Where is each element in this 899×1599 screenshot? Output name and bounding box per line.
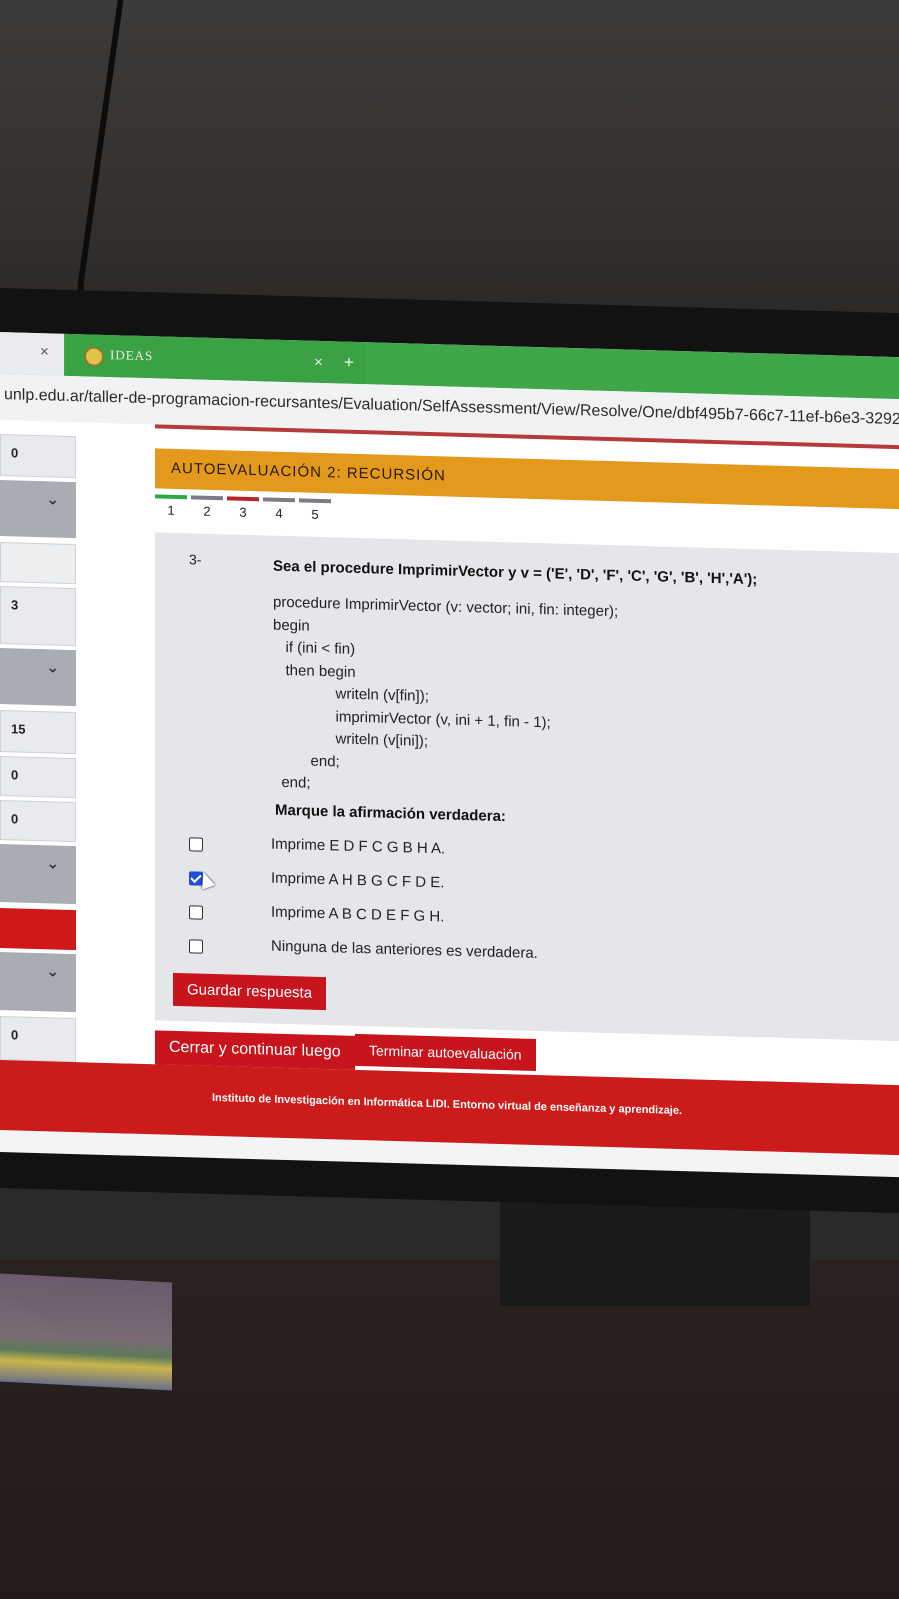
chevron-down-icon: ⌄ bbox=[46, 659, 60, 677]
chevron-down-icon: ⌄ bbox=[46, 963, 60, 981]
code-block: procedure ImprimirVector (v: vector; ini… bbox=[273, 593, 619, 792]
sidebar-item-count[interactable]: 3 bbox=[0, 586, 76, 647]
sidebar-expand-button[interactable]: ⌄ bbox=[0, 844, 76, 905]
step-1[interactable]: 1 bbox=[155, 494, 187, 518]
close-icon[interactable]: × bbox=[40, 343, 49, 360]
step-2[interactable]: 2 bbox=[191, 495, 223, 519]
question-title: Sea el procedure ImprimirVector y v = ('… bbox=[273, 557, 758, 589]
tab-title: IDEAS bbox=[110, 347, 154, 364]
paper-stack bbox=[0, 1273, 172, 1391]
question-prompt: Marque la afirmación verdadera: bbox=[275, 801, 506, 826]
sidebar-expand-button[interactable]: ⌄ bbox=[0, 480, 76, 539]
sidebar-item-active[interactable] bbox=[0, 908, 76, 951]
checkbox[interactable] bbox=[189, 837, 203, 852]
sidebar-expand-button[interactable]: ⌄ bbox=[0, 648, 76, 707]
favicon-icon bbox=[84, 346, 104, 367]
sidebar: 0 ⌄ 3 ⌄ 15 0 0 ⌄ ⌄ 0 bbox=[0, 420, 77, 1063]
main-content: AUTOEVALUACIÓN 2: RECURSIÓN 1 2 3 4 5 3-… bbox=[77, 422, 899, 1086]
question-panel: 3- Sea el procedure ImprimirVector y v =… bbox=[155, 532, 899, 1042]
save-answer-button[interactable]: Guardar respuesta bbox=[173, 972, 327, 1011]
new-tab-icon[interactable]: + bbox=[344, 353, 354, 373]
sidebar-item-blank[interactable] bbox=[0, 542, 76, 585]
browser-tab-inactive[interactable]: × bbox=[0, 332, 64, 376]
sidebar-item-count[interactable]: 15 bbox=[0, 710, 76, 755]
close-icon[interactable]: × bbox=[314, 354, 323, 371]
close-continue-button[interactable]: Cerrar y continuar luego bbox=[155, 1030, 355, 1070]
checkbox[interactable] bbox=[189, 905, 203, 920]
step-4[interactable]: 4 bbox=[263, 497, 295, 521]
monitor-screen: × IDEAS × + unlp.edu.ar/taller-de-progra… bbox=[0, 332, 899, 1178]
chevron-down-icon: ⌄ bbox=[46, 855, 60, 873]
sidebar-item-count[interactable]: 0 bbox=[0, 800, 76, 843]
page-title: AUTOEVALUACIÓN 2: RECURSIÓN bbox=[171, 459, 446, 485]
finish-assessment-button[interactable]: Terminar autoevaluación bbox=[355, 1033, 536, 1071]
sidebar-item-count[interactable]: 0 bbox=[0, 1016, 76, 1063]
question-number: 3- bbox=[189, 551, 202, 568]
step-3[interactable]: 3 bbox=[227, 496, 259, 520]
footer-text: Instituto de Investigación en Informátic… bbox=[212, 1091, 683, 1118]
checkbox[interactable] bbox=[189, 939, 203, 954]
chevron-down-icon: ⌄ bbox=[46, 491, 60, 509]
sidebar-expand-button[interactable]: ⌄ bbox=[0, 952, 76, 1013]
step-5[interactable]: 5 bbox=[299, 498, 331, 522]
sidebar-item-count[interactable]: 0 bbox=[0, 756, 76, 799]
sidebar-item-count[interactable]: 0 bbox=[0, 434, 76, 479]
